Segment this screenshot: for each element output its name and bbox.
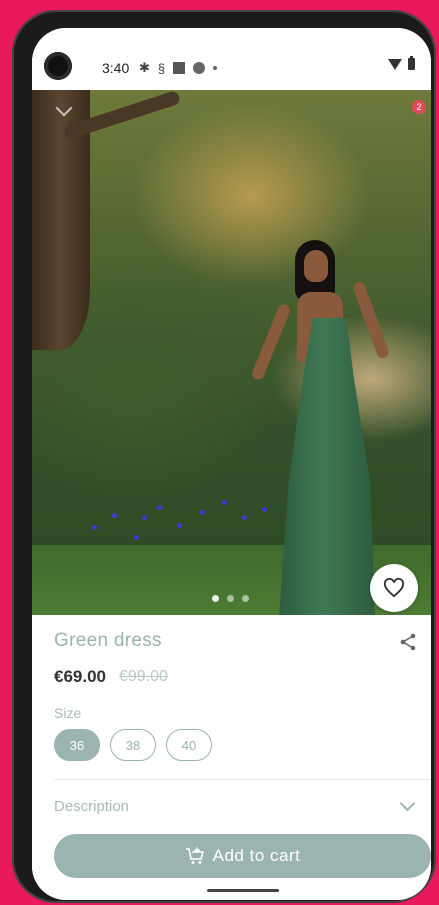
chevron-down-icon[interactable]: [399, 795, 416, 812]
more-dot-icon: [213, 66, 218, 70]
size-option-38[interactable]: 38: [110, 729, 156, 761]
pager-dot[interactable]: [227, 595, 234, 602]
status-bar: 3:40 ✱ §: [32, 28, 431, 90]
status-time: 3:40: [102, 60, 130, 76]
status-icons-right: [388, 56, 415, 70]
favorite-heart-icon: [383, 578, 405, 598]
size-option-40[interactable]: 40: [166, 729, 212, 761]
front-camera: [44, 52, 72, 80]
pager-dot[interactable]: [212, 595, 219, 602]
size-label: Size: [54, 705, 82, 721]
product-title: Green dress: [54, 630, 162, 651]
battery-icon: [408, 56, 415, 70]
product-image[interactable]: 2: [32, 90, 431, 615]
circle-icon: [193, 62, 206, 74]
product-details: Green dress €69.00 €99.00 Size 36 38 40: [32, 615, 431, 900]
add-to-cart-button[interactable]: Add to cart: [54, 834, 431, 878]
phone-frame: 3:40 ✱ § 2 Green dress €69.00 €99.00 Siz…: [12, 10, 436, 903]
share-button[interactable]: [399, 633, 417, 656]
current-price: €69.00: [54, 667, 106, 686]
image-pager: [212, 595, 249, 602]
add-to-cart-label: Add to cart: [212, 846, 301, 865]
cart-badge[interactable]: 2: [412, 100, 426, 114]
settings-icon: ✱: [139, 60, 150, 75]
size-option-36[interactable]: 36: [54, 729, 100, 761]
flowers: [82, 495, 272, 585]
wifi-icon: [388, 58, 402, 70]
model-figure: [250, 240, 397, 615]
home-indicator[interactable]: [207, 889, 279, 892]
square-icon: [173, 62, 186, 74]
size-selector: 36 38 40: [54, 729, 212, 761]
sync-icon: §: [157, 60, 166, 76]
description-toggle[interactable]: Description: [54, 798, 129, 815]
original-price: €99.00: [119, 668, 168, 685]
green-dress: [279, 318, 375, 615]
favorite-button[interactable]: [370, 564, 418, 612]
pager-dot[interactable]: [242, 595, 249, 602]
screen: 3:40 ✱ § 2 Green dress €69.00 €99.00 Siz…: [32, 28, 431, 900]
status-icons-left: ✱ §: [139, 60, 218, 76]
add-cart-icon: [185, 847, 204, 864]
divider: [54, 779, 431, 780]
share-icon: [400, 633, 416, 651]
